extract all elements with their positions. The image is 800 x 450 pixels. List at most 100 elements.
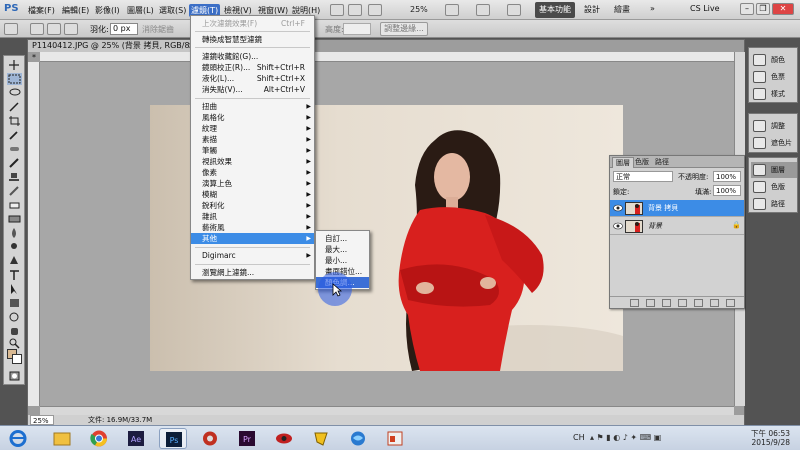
hand-tool-icon[interactable]	[7, 325, 22, 337]
grid-icon[interactable]	[368, 4, 382, 16]
horizontal-scrollbar[interactable]	[40, 406, 734, 415]
tray-icons[interactable]: ▴ ⚑ ▮ ◐ ♪ ✦ ⌨ ▣	[590, 433, 730, 445]
other-minimum[interactable]: 最小...	[316, 255, 369, 266]
filter-stylize[interactable]: 風格化 ▶	[191, 112, 314, 123]
filter-brush-strokes[interactable]: 筆觸 ▶	[191, 145, 314, 156]
filter-digimarc[interactable]: Digimarc ▶	[191, 250, 314, 261]
opacity-input[interactable]: 100%	[713, 171, 741, 182]
tab-layers[interactable]: 圖層	[612, 157, 634, 168]
screen-mode-icon[interactable]	[507, 4, 521, 16]
workspace-painting[interactable]: 繪畫	[614, 4, 630, 15]
crop-tool-icon[interactable]	[7, 115, 22, 127]
filter-vanishing-point[interactable]: 消失點(V)... Alt+Ctrl+V	[191, 84, 314, 95]
filter-noise[interactable]: 雜訊 ▶	[191, 211, 314, 222]
dodge-tool-icon[interactable]	[7, 241, 22, 253]
3d-rotate-tool-icon[interactable]	[7, 311, 22, 323]
after-effects-icon[interactable]: Ae	[122, 428, 150, 449]
feather-input[interactable]: 0 px	[110, 23, 138, 35]
filter-other[interactable]: 其他 ▶	[191, 233, 314, 244]
menu-file[interactable]: 檔案(F)	[26, 4, 57, 17]
layer-row[interactable]: 背景 🔒	[610, 218, 744, 235]
other-maximum[interactable]: 最大...	[316, 244, 369, 255]
menu-edit[interactable]: 編輯(E)	[60, 4, 91, 17]
filter-texture[interactable]: 紋理 ▶	[191, 123, 314, 134]
filter-pixelate[interactable]: 像素 ▶	[191, 167, 314, 178]
dock-item-paths[interactable]: 路徑	[751, 196, 797, 212]
minimize-icon[interactable]: –	[740, 3, 754, 15]
delete-layer-icon[interactable]	[726, 299, 735, 307]
gradient-tool-icon[interactable]	[7, 213, 22, 225]
eye-app-icon[interactable]	[270, 428, 298, 449]
pen-tool-icon[interactable]	[7, 255, 22, 267]
height-input[interactable]	[343, 23, 371, 35]
filter-convert-smart[interactable]: 轉換成智慧型濾鏡	[191, 34, 314, 45]
history-brush-tool-icon[interactable]	[7, 185, 22, 197]
link-layers-icon[interactable]	[630, 299, 639, 307]
menu-select[interactable]: 選取(S)	[157, 4, 188, 17]
document-tab[interactable]: P1140412.JPG @ 25% (背景 拷貝, RGB/8) * ×	[28, 40, 198, 62]
filter-artistic[interactable]: 藝術風 ▶	[191, 222, 314, 233]
globe-app-icon[interactable]	[344, 428, 372, 449]
restore-icon[interactable]: ❐	[756, 3, 770, 15]
zoom-level[interactable]: 25%	[410, 4, 428, 16]
filter-liquify[interactable]: 液化(L)... Shift+Ctrl+X	[191, 73, 314, 84]
add-mask-icon[interactable]	[662, 299, 671, 307]
fill-input[interactable]: 100%	[713, 185, 741, 196]
media-app-icon[interactable]	[196, 428, 224, 449]
antialias-checkbox[interactable]: 消除鋸齒	[142, 24, 174, 35]
vlc-like-icon[interactable]	[307, 428, 335, 449]
dock-item-masks[interactable]: 遮色片	[751, 135, 797, 151]
clone-stamp-tool-icon[interactable]	[7, 171, 22, 183]
dock-item-swatches[interactable]: 色票	[751, 69, 797, 85]
minibridge-icon[interactable]	[348, 4, 362, 16]
type-tool-icon[interactable]	[7, 269, 22, 281]
visibility-eye-icon[interactable]	[613, 204, 623, 212]
other-custom[interactable]: 自訂...	[316, 233, 369, 244]
tray-date[interactable]: 2015/9/28	[750, 438, 790, 447]
filter-browse-online[interactable]: 瀏覽網上濾鏡...	[191, 267, 314, 278]
layer-row[interactable]: 背景 拷貝	[610, 200, 744, 217]
background-color-swatch[interactable]	[12, 354, 22, 364]
filter-gallery[interactable]: 濾鏡收藏館(G)...	[191, 51, 314, 62]
eraser-tool-icon[interactable]	[7, 199, 22, 211]
workspace-more-icon[interactable]: »	[650, 4, 655, 13]
filter-blur[interactable]: 模糊 ▶	[191, 189, 314, 200]
dock-item-color[interactable]: 顏色	[751, 52, 797, 68]
brush-tool-icon[interactable]	[7, 157, 22, 169]
menu-layer[interactable]: 圖層(L)	[125, 4, 156, 17]
menu-image[interactable]: 影像(I)	[93, 4, 122, 17]
filter-distort[interactable]: 扭曲 ▶	[191, 101, 314, 112]
refine-edge-button[interactable]: 調整邊緣...	[380, 22, 428, 36]
chrome-icon[interactable]	[85, 428, 113, 449]
cs-live[interactable]: CS Live	[690, 4, 720, 13]
dock-item-layers[interactable]: 圖層	[751, 162, 797, 178]
blur-tool-icon[interactable]	[7, 227, 22, 239]
path-selection-tool-icon[interactable]	[7, 283, 22, 295]
visibility-eye-icon[interactable]	[613, 222, 623, 230]
file-explorer-icon[interactable]	[48, 428, 76, 449]
new-layer-icon[interactable]	[710, 299, 719, 307]
add-selection-icon[interactable]	[47, 23, 61, 35]
office-app-icon[interactable]	[381, 428, 409, 449]
move-tool-icon[interactable]	[7, 59, 22, 71]
magic-wand-tool-icon[interactable]	[7, 101, 22, 113]
tray-language[interactable]: CH	[573, 433, 585, 442]
workspace-essentials-button[interactable]: 基本功能	[535, 2, 575, 18]
healing-brush-tool-icon[interactable]	[7, 143, 22, 155]
eyedropper-tool-icon[interactable]	[7, 129, 22, 141]
tab-paths[interactable]: 路徑	[652, 157, 672, 168]
zoom-tool-icon[interactable]	[7, 337, 22, 349]
layer-style-icon[interactable]	[646, 299, 655, 307]
filter-sketch[interactable]: 素描 ▶	[191, 134, 314, 145]
workspace-design[interactable]: 設計	[584, 4, 600, 15]
marquee-preset-icon[interactable]	[4, 23, 18, 35]
hand-view-icon[interactable]	[445, 4, 459, 16]
photoshop-icon[interactable]: Ps	[159, 428, 187, 449]
ie-icon[interactable]	[4, 428, 32, 449]
filter-render[interactable]: 演算上色 ▶	[191, 178, 314, 189]
premiere-icon[interactable]: Pr	[233, 428, 261, 449]
new-group-icon[interactable]	[694, 299, 703, 307]
arrange-documents-icon[interactable]	[476, 4, 490, 16]
new-selection-icon[interactable]	[30, 23, 44, 35]
filter-video[interactable]: 視訊效果 ▶	[191, 156, 314, 167]
